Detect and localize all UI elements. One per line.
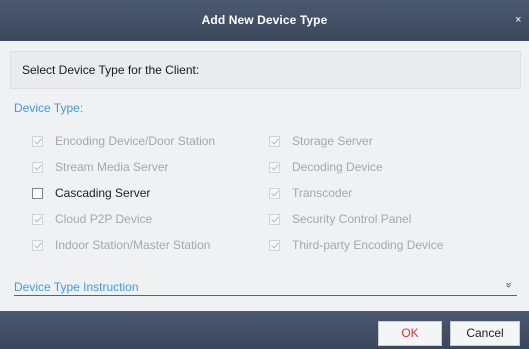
checkbox-checked[interactable] (269, 239, 280, 251)
checkbox-checked[interactable] (269, 135, 280, 147)
checkbox-label: Indoor Station/Master Station (55, 238, 211, 252)
chevron-double-down-icon[interactable]: » (503, 279, 514, 291)
device-type-instruction-link[interactable]: Device Type Instruction (14, 280, 139, 294)
dialog-footer: OK Cancel (0, 311, 529, 349)
checkbox-cloud-p2p-device[interactable]: Cloud P2P Device (32, 211, 152, 227)
dialog-title: Add New Device Type (201, 13, 328, 27)
dialog-titlebar: Add New Device Type × (0, 0, 529, 41)
cancel-button[interactable]: Cancel (450, 321, 520, 346)
checkbox-label: Cascading Server (55, 186, 151, 200)
checkbox-label: Cloud P2P Device (55, 212, 153, 226)
checkbox-encoding-device[interactable]: Encoding Device/Door Station (32, 133, 215, 149)
prompt-box: Select Device Type for the Client: (10, 51, 521, 89)
checkbox-checked[interactable] (32, 161, 43, 173)
checkbox-cascading-server[interactable]: Cascading Server (32, 185, 150, 201)
checkbox-checked[interactable] (269, 187, 280, 199)
checkbox-label: Stream Media Server (55, 160, 169, 174)
checkbox-third-party-encoding-device[interactable]: Third-party Encoding Device (269, 237, 443, 253)
checkbox-checked[interactable] (32, 135, 43, 147)
checkbox-checked[interactable] (32, 213, 43, 225)
checkbox-label: Transcoder (292, 186, 353, 200)
ok-button[interactable]: OK (378, 321, 442, 346)
checkbox-checked[interactable] (32, 239, 43, 251)
add-device-type-dialog: Add New Device Type × Select Device Type… (0, 0, 529, 349)
expand-glyph: » (503, 282, 514, 288)
checkbox-label: Security Control Panel (292, 212, 412, 226)
checkbox-stream-media-server[interactable]: Stream Media Server (32, 159, 168, 175)
checkbox-indoor-station[interactable]: Indoor Station/Master Station (32, 237, 210, 253)
checkbox-checked[interactable] (269, 161, 280, 173)
device-type-label: Device Type: (14, 101, 84, 115)
checkbox-storage-server[interactable]: Storage Server (269, 133, 373, 149)
checkbox-decoding-device[interactable]: Decoding Device (269, 159, 383, 175)
checkbox-transcoder[interactable]: Transcoder (269, 185, 352, 201)
divider (14, 295, 517, 296)
checkbox-checked[interactable] (269, 213, 280, 225)
checkbox-security-control-panel[interactable]: Security Control Panel (269, 211, 411, 227)
checkbox-label: Third-party Encoding Device (292, 238, 444, 252)
checkbox-unchecked[interactable] (32, 187, 43, 199)
checkbox-label: Encoding Device/Door Station (55, 134, 216, 148)
close-icon[interactable]: × (515, 0, 529, 41)
checkbox-label: Storage Server (292, 134, 373, 148)
prompt-text: Select Device Type for the Client: (22, 63, 200, 77)
checkbox-label: Decoding Device (292, 160, 383, 174)
